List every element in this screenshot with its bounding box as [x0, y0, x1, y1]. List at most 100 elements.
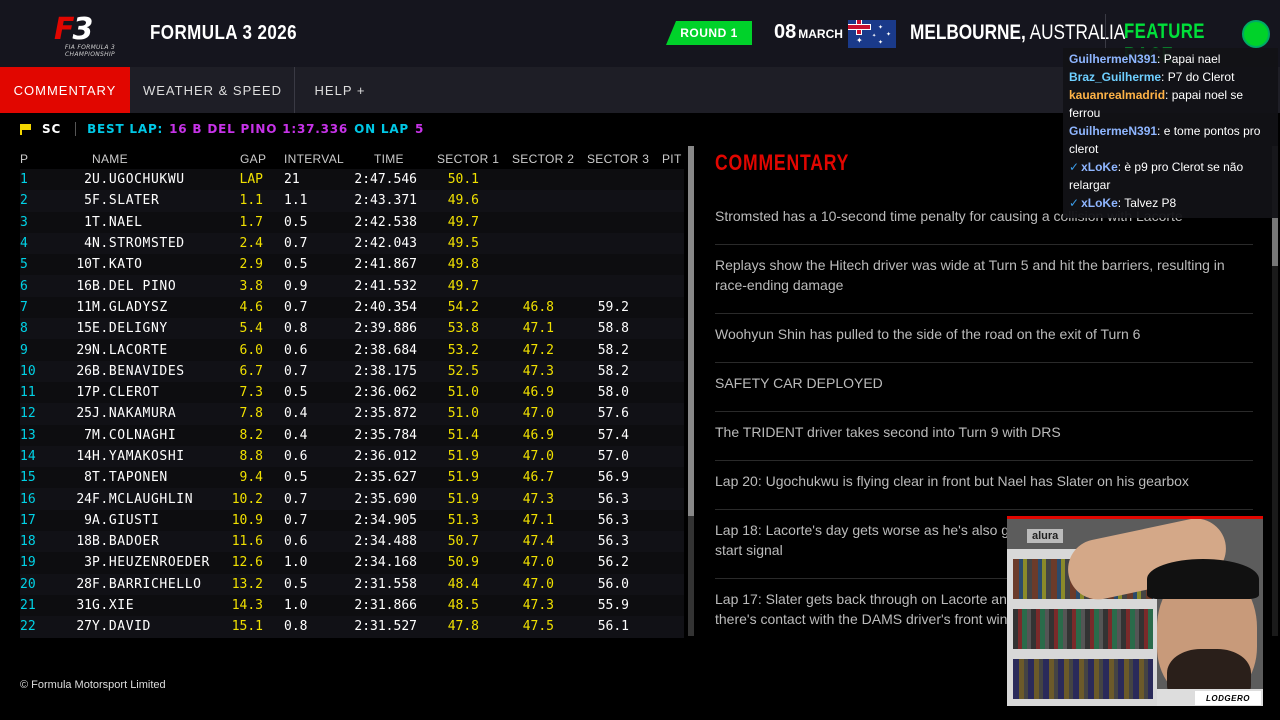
sector-1-cell: 54.2: [447, 299, 479, 315]
interval-cell: 0.5: [284, 257, 308, 273]
col-name[interactable]: NAME: [92, 149, 128, 169]
col-gap[interactable]: GAP: [240, 149, 266, 169]
table-row[interactable]: 17 9 A.GIUSTI 10.9 0.7 2:34.905 51.3 47.1 56.3: [20, 509, 684, 532]
gap-cell: 10.2: [231, 491, 263, 507]
sector-2-cell: 47.3: [522, 598, 554, 614]
driver-name-cell: P.CLEROT: [92, 385, 160, 401]
lap-time-cell: 2:40.354: [354, 299, 417, 315]
commentary-item: SAFETY CAR DEPLOYED: [715, 363, 1253, 412]
table-row[interactable]: 8 15 E.DELIGNY 5.4 0.8 2:39.886 53.8 47.1 58.8: [20, 318, 684, 340]
gap-cell: 3.8: [239, 278, 263, 294]
gap-cell: 10.9: [231, 512, 263, 528]
sector-3-cell: 56.1: [597, 619, 629, 635]
lap-time-cell: 2:36.062: [354, 385, 417, 401]
table-row[interactable]: 16 24 F.MCLAUGHLIN 10.2 0.7 2:35.690 51.9 47.3 5…: [20, 488, 684, 510]
sector-1-cell: 52.5: [447, 363, 479, 379]
chat-username[interactable]: kauanrealmadrid: [1069, 88, 1165, 102]
chat-badge-icon: ✓: [1069, 160, 1080, 174]
position-cell: 3: [20, 214, 28, 230]
table-row[interactable]: 21 31 G.XIE 14.3 1.0 2:31.866 48.5 47.3 55.9: [20, 594, 684, 617]
location-city: MELBOURNE,: [910, 21, 1026, 44]
table-row[interactable]: 14 14 H.YAMAKOSHI 8.8 0.6 2:36.012 51.9 47.0 57.…: [20, 445, 684, 468]
table-row[interactable]: 6 16 B.DEL PINO 3.8 0.9 2:41.532 49.7: [20, 275, 684, 297]
chat-username[interactable]: GuilhermeN391: [1069, 124, 1157, 138]
gap-cell: LAP: [239, 172, 263, 188]
timing-scrollbar-thumb[interactable]: [688, 146, 694, 516]
chat-username[interactable]: xLoKe: [1081, 160, 1118, 174]
col-position[interactable]: P: [20, 149, 50, 169]
tab-commentary[interactable]: COMMENTARY: [0, 67, 130, 113]
sector-3-cell: 58.2: [597, 363, 629, 379]
col-time[interactable]: TIME: [374, 149, 404, 169]
gap-cell: 14.3: [231, 598, 263, 614]
table-row[interactable]: 20 28 F.BARRICHELLO 13.2 0.5 2:31.558 48.4 47.0…: [20, 573, 684, 595]
tab-weather-speed[interactable]: WEATHER & SPEED: [131, 67, 294, 113]
sector-1-cell: 49.6: [447, 193, 479, 209]
sector-2-cell: 46.8: [522, 299, 554, 315]
chat-username[interactable]: GuilhermeN391: [1069, 52, 1157, 66]
table-row[interactable]: 3 1 T.NAEL 1.7 0.5 2:42.538 49.7: [20, 211, 684, 233]
f3-logo[interactable]: F3 FIA FORMULA 3 CHAMPIONSHIP: [50, 12, 130, 58]
sector-2-cell: 47.0: [522, 449, 554, 464]
table-row[interactable]: 18 18 B.BADOER 11.6 0.6 2:34.488 50.7 47.4 56.3: [20, 531, 684, 553]
col-interval[interactable]: INTERVAL: [284, 149, 344, 169]
table-row[interactable]: 9 29 N.LACORTE 6.0 0.6 2:38.684 53.2 47.2 58.2: [20, 339, 684, 361]
interval-cell: 0.9: [284, 278, 308, 294]
commentary-item: The TRIDENT driver takes second into Tur…: [715, 412, 1253, 461]
col-pit[interactable]: PIT: [662, 149, 682, 169]
table-row[interactable]: 5 10 T.KATO 2.9 0.5 2:41.867 49.8: [20, 254, 684, 276]
table-row[interactable]: 19 3 P.HEUZENROEDER 12.6 1.0 2:34.168 50.9 47.0…: [20, 552, 684, 574]
gap-cell: 11.6: [231, 534, 263, 550]
driver-name-cell: N.LACORTE: [92, 342, 168, 358]
interval-cell: 0.4: [284, 427, 308, 443]
sector-2-cell: 47.1: [522, 512, 554, 528]
car-number-cell: 5: [84, 193, 92, 209]
car-number-cell: 2: [84, 172, 92, 188]
car-number-cell: 10: [76, 257, 92, 273]
car-number-cell: 31: [76, 598, 92, 614]
driver-name-cell: M.GLADYSZ: [92, 299, 168, 315]
position-cell: 22: [20, 619, 36, 635]
position-cell: 1: [20, 172, 28, 188]
on-lap-value: 5: [415, 122, 425, 136]
lap-time-cell: 2:31.866: [354, 598, 417, 614]
table-row[interactable]: 1 2 U.UGOCHUKWU LAP 21 2:47.546 50.1: [20, 169, 684, 191]
streamer-logo: LODGERO: [1195, 691, 1261, 705]
sector-3-cell: 56.3: [597, 491, 629, 507]
chat-username[interactable]: Braz_Guilherme: [1069, 70, 1161, 84]
timing-scrollbar[interactable]: [688, 146, 694, 636]
position-cell: 16: [20, 491, 36, 507]
car-number-cell: 3: [84, 555, 92, 571]
position-cell: 21: [20, 598, 36, 614]
sector-2-cell: 46.9: [522, 385, 554, 401]
commentary-item: Replays show the Hitech driver was wide …: [715, 245, 1253, 314]
table-row[interactable]: 2 5 F.SLATER 1.1 1.1 2:43.371 49.6: [20, 190, 684, 212]
table-row[interactable]: 22 27 Y.DAVID 15.1 0.8 2:31.527 47.8 47.5 56.1: [20, 616, 684, 638]
table-row[interactable]: 12 25 J.NAKAMURA 7.8 0.4 2:35.872 51.0 47.0 57.6: [20, 403, 684, 425]
commentary-scrollbar[interactable]: [1272, 146, 1278, 636]
col-sector-3[interactable]: SECTOR 3: [587, 149, 649, 169]
copyright-footer: © Formula Motorsport Limited: [20, 679, 166, 691]
interval-cell: 0.5: [284, 576, 308, 592]
table-row[interactable]: 10 26 B.BENAVIDES 6.7 0.7 2:38.175 52.5 47.3 58.…: [20, 360, 684, 382]
col-sector-1[interactable]: SECTOR 1: [437, 149, 499, 169]
lap-time-cell: 2:35.627: [354, 470, 417, 486]
sector-1-cell: 53.8: [447, 321, 479, 337]
col-sector-2[interactable]: SECTOR 2: [512, 149, 574, 169]
sector-1-cell: 49.5: [447, 236, 479, 252]
race-status-bar: SC BEST LAP: 16 B DEL PINO 1:37.336 ON L…: [20, 121, 424, 137]
gap-cell: 2.4: [239, 236, 263, 252]
chat-username[interactable]: xLoKe: [1081, 196, 1118, 210]
tab-help[interactable]: HELP +: [295, 67, 385, 113]
interval-cell: 1.0: [284, 598, 308, 614]
table-row[interactable]: 7 11 M.GLADYSZ 4.6 0.7 2:40.354 54.2 46.8 59.2: [20, 296, 684, 319]
car-number-cell: 28: [76, 576, 92, 592]
table-row[interactable]: 15 8 T.TAPONEN 9.4 0.5 2:35.627 51.9 46.7 56.9: [20, 467, 684, 489]
gap-cell: 13.2: [231, 576, 263, 592]
car-number-cell: 7: [84, 427, 92, 443]
table-row[interactable]: 13 7 M.COLNAGHI 8.2 0.4 2:35.784 51.4 46.9 57.4: [20, 424, 684, 446]
webcam-overlay: alura LODGERO: [1007, 516, 1263, 706]
sector-1-cell: 51.9: [447, 470, 479, 486]
table-row[interactable]: 4 4 N.STROMSTED 2.4 0.7 2:42.043 49.5: [20, 232, 684, 255]
table-row[interactable]: 11 17 P.CLEROT 7.3 0.5 2:36.062 51.0 46.9 58.0: [20, 381, 684, 404]
